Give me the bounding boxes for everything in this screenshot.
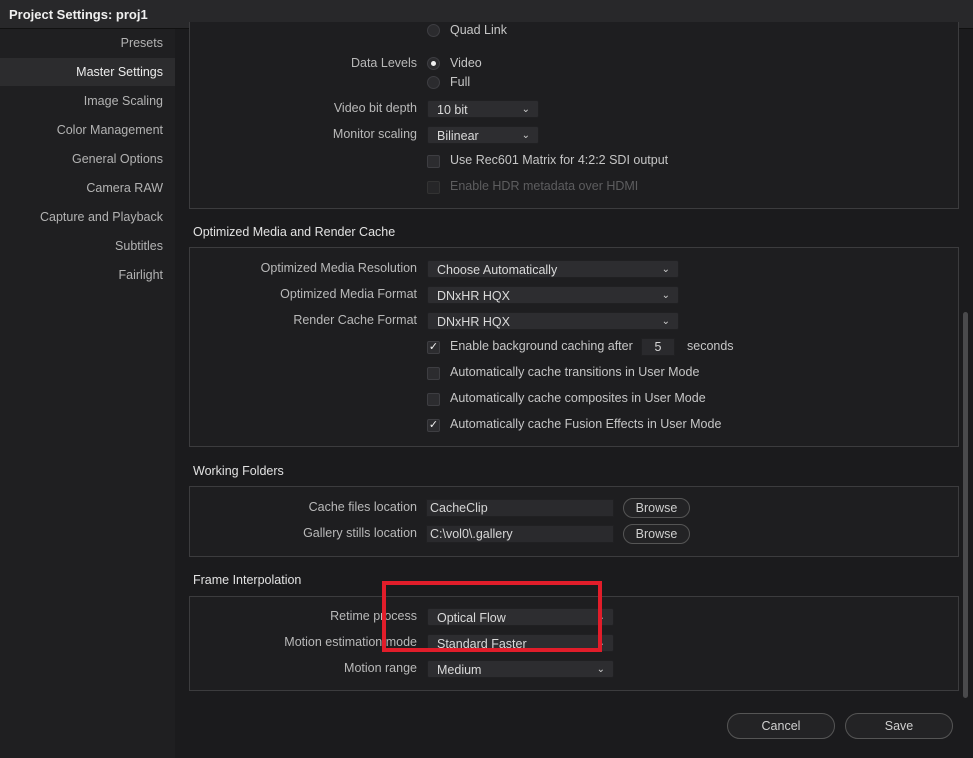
video-bit-depth-value: 10 bit (437, 103, 468, 117)
optimized-resolution-value: Choose Automatically (437, 263, 558, 277)
chevron-down-icon: ⌄ (521, 104, 530, 115)
window-title: Project Settings: proj1 (9, 7, 148, 22)
cache-composites-label: Automatically cache composites in User M… (450, 391, 706, 405)
optimized-media-section-title: Optimized Media and Render Cache (193, 225, 396, 239)
motion-range-label: Motion range (344, 661, 417, 675)
gallery-stills-location-input[interactable]: C:\vol0\.gallery (426, 525, 614, 543)
sidebar-item-color-management[interactable]: Color Management (57, 116, 163, 144)
sidebar-item-master-settings[interactable]: Master Settings (0, 58, 175, 86)
optimized-format-value: DNxHR HQX (437, 289, 510, 303)
sidebar-item-capture-and-playback[interactable]: Capture and Playback (40, 203, 163, 231)
monitor-scaling-label: Monitor scaling (332, 127, 417, 141)
working-folders-panel (189, 486, 959, 557)
quad-link-label: Quad Link (450, 23, 507, 37)
cache-files-location-input[interactable]: CacheClip (426, 499, 614, 517)
sidebar-item-presets[interactable]: Presets (121, 29, 163, 57)
optimized-format-label: Optimized Media Format (280, 287, 417, 301)
rec601-checkbox[interactable] (427, 155, 440, 168)
cache-composites-checkbox[interactable] (427, 393, 440, 406)
background-caching-checkbox[interactable]: ✓ (427, 341, 440, 354)
data-levels-video-label: Video (450, 56, 482, 70)
data-levels-video-radio[interactable] (427, 57, 440, 70)
motion-range-dropdown[interactable]: Medium ⌄ (427, 660, 614, 678)
chevron-down-icon: ⌄ (661, 316, 670, 327)
working-folders-section-title: Working Folders (193, 464, 284, 478)
cancel-button[interactable]: Cancel (727, 713, 835, 739)
frame-interpolation-section-title: Frame Interpolation (193, 573, 302, 587)
sidebar-item-subtitles[interactable]: Subtitles (115, 232, 163, 260)
annotation-highlight-box (382, 581, 602, 652)
hdr-metadata-label: Enable HDR metadata over HDMI (450, 179, 639, 193)
rec601-label: Use Rec601 Matrix for 4:2:2 SDI output (450, 153, 669, 167)
quad-link-radio[interactable] (427, 24, 440, 37)
optimized-format-dropdown[interactable]: DNxHR HQX ⌄ (427, 286, 679, 304)
monitor-scaling-dropdown[interactable]: Bilinear ⌄ (427, 126, 539, 144)
optimized-resolution-label: Optimized Media Resolution (260, 261, 417, 275)
chevron-down-icon: ⌄ (661, 290, 670, 301)
video-bit-depth-label: Video bit depth (333, 101, 417, 115)
sidebar-item-image-scaling[interactable]: Image Scaling (84, 87, 163, 115)
chevron-down-icon: ⌄ (521, 130, 530, 141)
chevron-down-icon: ⌄ (596, 664, 605, 675)
data-levels-full-radio[interactable] (427, 76, 440, 89)
background-caching-label: Enable background caching after (450, 339, 633, 353)
save-button[interactable]: Save (845, 713, 953, 739)
background-caching-unit: seconds (687, 339, 734, 353)
background-caching-seconds-input[interactable]: 5 (641, 338, 675, 356)
sidebar-item-camera-raw[interactable]: Camera RAW (86, 174, 163, 202)
video-bit-depth-dropdown[interactable]: 10 bit ⌄ (427, 100, 539, 118)
cache-files-location-label: Cache files location (308, 500, 417, 514)
cache-fusion-label: Automatically cache Fusion Effects in Us… (450, 417, 722, 431)
gallery-stills-location-label: Gallery stills location (303, 526, 417, 540)
scrollbar-thumb[interactable] (963, 312, 968, 698)
render-cache-format-dropdown[interactable]: DNxHR HQX ⌄ (427, 312, 679, 330)
sidebar: Presets Master Settings Image Scaling Co… (0, 29, 175, 758)
hdr-metadata-checkbox[interactable] (427, 181, 440, 194)
cache-transitions-checkbox[interactable] (427, 367, 440, 380)
sidebar-item-general-options[interactable]: General Options (72, 145, 163, 173)
chevron-down-icon: ⌄ (661, 264, 670, 275)
motion-range-value: Medium (437, 663, 482, 677)
cache-transitions-label: Automatically cache transitions in User … (450, 365, 700, 379)
cache-files-browse-button[interactable]: Browse (623, 498, 690, 518)
monitor-scaling-value: Bilinear (437, 129, 479, 143)
render-cache-format-label: Render Cache Format (293, 313, 417, 327)
data-levels-label: Data Levels (350, 56, 417, 70)
render-cache-format-value: DNxHR HQX (437, 315, 510, 329)
data-levels-full-label: Full (450, 75, 471, 89)
cache-fusion-checkbox[interactable]: ✓ (427, 419, 440, 432)
gallery-stills-browse-button[interactable]: Browse (623, 524, 690, 544)
sidebar-item-fairlight[interactable]: Fairlight (119, 261, 163, 289)
optimized-resolution-dropdown[interactable]: Choose Automatically ⌄ (427, 260, 679, 278)
